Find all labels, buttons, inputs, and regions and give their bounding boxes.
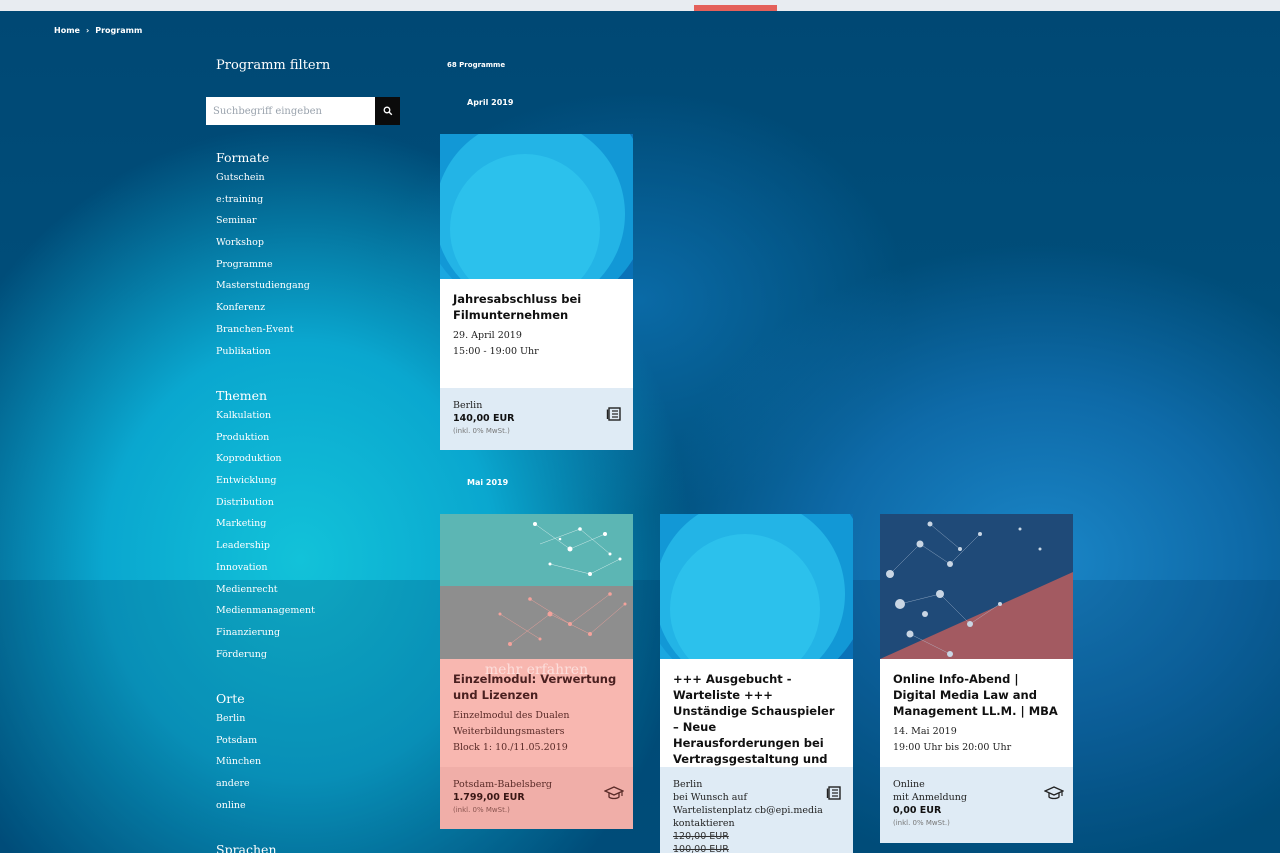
filter-item-finanzierung[interactable]: Finanzierung — [216, 625, 315, 647]
card-title: Online Info-Abend | Digital Media Law an… — [893, 672, 1058, 718]
card-title: Jahresabschluss bei Filmunternehmen — [453, 292, 582, 322]
filter-group-title: Orte — [216, 691, 245, 706]
filter-group-sprachen: Sprachen — [216, 842, 277, 853]
top-bar-accent — [694, 5, 777, 11]
filter-item-online[interactable]: online — [216, 798, 261, 820]
filter-item-e-training[interactable]: e:training — [216, 192, 310, 214]
card-price: 140,00 EUR — [453, 413, 515, 424]
card-location: Berlin — [453, 400, 483, 411]
card-date: Block 1: 10./11.05.2019 — [453, 742, 568, 753]
filter-item-kalkulation[interactable]: Kalkulation — [216, 408, 315, 430]
results-count: 68 Programme — [447, 61, 506, 69]
breadcrumb-home[interactable]: Home — [54, 26, 80, 35]
breadcrumb-current: Programm — [95, 26, 143, 35]
card-vat: (inkl. 0% MwSt.) — [453, 427, 510, 435]
book-icon — [826, 786, 841, 800]
card-image — [440, 514, 633, 659]
background-band — [0, 580, 1280, 853]
card-price: 1.799,00 EUR — [453, 792, 525, 803]
search-box — [206, 97, 400, 125]
filter-item-andere[interactable]: andere — [216, 776, 261, 798]
card-subtitle: Weiterbildungsmasters — [453, 726, 565, 737]
filter-item-koproduktion[interactable]: Koproduktion — [216, 451, 315, 473]
filter-list: Gutschein e:training Seminar Workshop Progra… — [216, 170, 310, 365]
card-hover-overlay: mehr erfahren — [484, 662, 589, 678]
filter-item-entwicklung[interactable]: Entwicklung — [216, 473, 315, 495]
filter-item-potsdam[interactable]: Potsdam — [216, 733, 261, 755]
card-location: Berlin — [673, 779, 703, 790]
filter-item-medienmanagement[interactable]: Medienmanagement — [216, 603, 315, 625]
filter-item-workshop[interactable]: Workshop — [216, 235, 310, 257]
filter-item-medienrecht[interactable]: Medienrecht — [216, 582, 315, 604]
filter-item-marketing[interactable]: Marketing — [216, 516, 315, 538]
card-image — [880, 514, 1073, 659]
card-vat: (inkl. 0% MwSt.) — [893, 819, 950, 827]
card-location-note: kontaktieren — [673, 818, 735, 829]
card-subtitle: Einzelmodul des Dualen — [453, 710, 570, 721]
card-location-note: mit Anmeldung — [893, 792, 967, 803]
filter-item-programme[interactable]: Programme — [216, 257, 310, 279]
filter-item-leadership[interactable]: Leadership — [216, 538, 315, 560]
card-image — [440, 134, 633, 279]
top-bar — [0, 0, 1280, 11]
filter-item-seminar[interactable]: Seminar — [216, 213, 310, 235]
program-card[interactable]: Online Info-Abend | Digital Media Law an… — [880, 514, 1073, 843]
filter-item-innovation[interactable]: Innovation — [216, 560, 315, 582]
search-button[interactable] — [375, 97, 400, 125]
month-heading: April 2019 — [467, 98, 514, 107]
card-footer: Berlin bei Wunsch auf Wartelistenplatz c… — [660, 767, 853, 853]
card-date: 29. April 2019 — [453, 330, 522, 341]
card-date: 14. Mai 2019 — [893, 726, 957, 737]
book-icon — [606, 407, 621, 421]
card-footer: Online mit Anmeldung 0,00 EUR (inkl. 0% … — [880, 767, 1073, 843]
filter-item-branchen-event[interactable]: Branchen-Event — [216, 322, 310, 344]
filter-item-produktion[interactable]: Produktion — [216, 430, 315, 452]
filter-item-münchen[interactable]: München — [216, 754, 261, 776]
filter-item-gutschein[interactable]: Gutschein — [216, 170, 310, 192]
graduation-cap-icon — [1044, 786, 1064, 800]
card-time: 19:00 Uhr bis 20:00 Uhr — [893, 742, 1012, 753]
filter-list: Berlin Potsdam München andere online — [216, 711, 261, 819]
program-card[interactable]: +++ Ausgebucht - Warteliste +++ Unständi… — [660, 514, 853, 853]
filter-title: Programm filtern — [216, 58, 331, 73]
program-card[interactable]: Jahresabschluss bei Filmunternehmen 29. … — [440, 134, 633, 450]
filter-group-formate: Formate Gutschein e:training Seminar Worksh… — [216, 150, 310, 365]
program-card[interactable]: mehr erfahren Einzelmodul: Verwertung un… — [440, 514, 633, 829]
search-icon — [383, 106, 392, 116]
filter-list: Kalkulation Produktion Koproduktion Entwick… — [216, 408, 315, 668]
filter-item-masterstudiengang[interactable]: Masterstudiengang — [216, 278, 310, 300]
breadcrumb: Home › Programm — [54, 26, 142, 35]
card-price-strike: 120,00 EUR — [673, 831, 729, 842]
graduation-cap-icon — [604, 786, 624, 800]
card-location-note: bei Wunsch auf — [673, 792, 748, 803]
card-price-strike: 100,00 EUR — [673, 844, 729, 853]
card-time: 15:00 - 19:00 Uhr — [453, 346, 539, 357]
filter-item-förderung[interactable]: Förderung — [216, 647, 315, 669]
card-footer: Potsdam-Babelsberg 1.799,00 EUR (inkl. 0… — [440, 767, 633, 829]
month-heading: Mai 2019 — [467, 478, 509, 487]
filter-group-themen: Themen Kalkulation Produktion Koproduktion… — [216, 388, 315, 668]
card-price: 0,00 EUR — [893, 805, 942, 816]
filter-item-konferenz[interactable]: Konferenz — [216, 300, 310, 322]
filter-group-title: Formate — [216, 150, 270, 165]
card-vat: (inkl. 0% MwSt.) — [453, 806, 510, 814]
filter-item-distribution[interactable]: Distribution — [216, 495, 315, 517]
card-title: +++ Ausgebucht - Warteliste +++ Unständi… — [673, 672, 835, 766]
card-location: Potsdam-Babelsberg — [453, 779, 552, 790]
filter-group-orte: Orte Berlin Potsdam München andere online — [216, 691, 261, 819]
card-footer: Berlin 140,00 EUR (inkl. 0% MwSt.) — [440, 388, 633, 450]
search-input[interactable] — [206, 97, 375, 125]
card-location: Online — [893, 779, 925, 790]
filter-item-berlin[interactable]: Berlin — [216, 711, 261, 733]
breadcrumb-separator: › — [85, 26, 90, 35]
card-image — [660, 514, 853, 659]
filter-group-title: Themen — [216, 388, 268, 403]
filter-item-publikation[interactable]: Publikation — [216, 344, 310, 366]
filter-group-title: Sprachen — [216, 842, 277, 853]
card-location-note: Wartelistenplatz cb@epi.media — [673, 805, 823, 816]
